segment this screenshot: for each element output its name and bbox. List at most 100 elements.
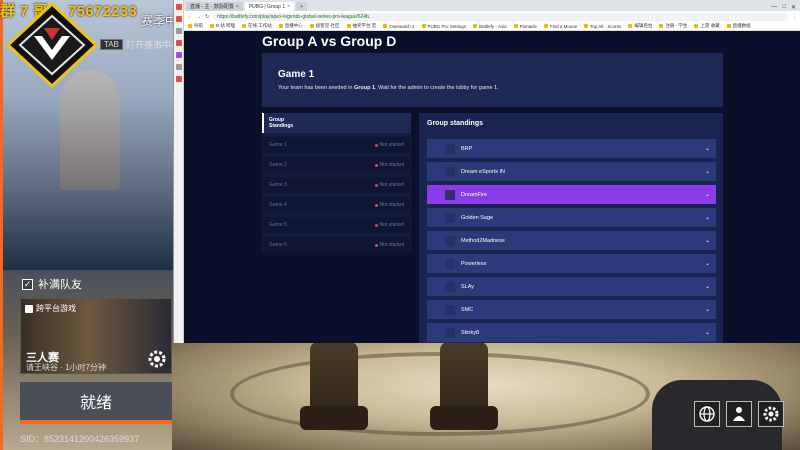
nav-item-game[interactable]: Game 4 Not started [263,197,410,213]
gear-icon[interactable] [147,349,167,369]
chevron-down-icon[interactable]: ⌄ [705,214,710,221]
new-tab-label: + [300,3,303,10]
team-row[interactable]: DreamFire ⌄ [427,185,716,204]
team-logo [445,144,455,154]
team-row[interactable]: SMC ⌄ [427,300,716,319]
bookmark-item[interactable]: Battlefy - Asia [473,24,507,29]
team-row[interactable]: SLAy ⌄ [427,277,716,296]
bookmark-item[interactable]: 极客堂 社区 [309,23,340,29]
desc-text: Your team has been seeded in [278,85,354,91]
bookmark-item[interactable]: Pinnacle [513,23,537,29]
bookmark-item[interactable]: 导航 [188,23,203,29]
bookmark-icon [242,24,247,28]
team-row[interactable]: Method2Madness ⌄ [427,231,716,250]
sidebar-app-icon[interactable] [175,28,182,34]
nav-item-game[interactable]: Game 3 Not started [263,177,410,193]
sidebar-app-icon[interactable] [175,52,182,58]
chevron-down-icon[interactable]: ⌄ [705,168,710,175]
bookmark-item[interactable]: 直播中心 [278,23,303,29]
team-name: Powerless [461,260,487,267]
sidebar-app-icon[interactable] [175,64,182,70]
chevron-down-icon[interactable]: ⌄ [705,260,710,267]
mode-select-card[interactable]: 跨平台游戏 三人赛 请王峡谷 · 1小时7分钟 [20,298,172,374]
chevron-down-icon[interactable]: ⌄ [705,329,710,336]
settings-gear-icon[interactable] [758,401,784,427]
standings-title: Group standings [427,120,483,127]
nav-item-game[interactable]: Game 2 Not started [263,157,410,173]
close-icon[interactable]: × [287,4,290,10]
status-dot-icon [374,183,378,187]
bookmark-icon [694,24,699,28]
bookmark-item[interactable]: 上游 收藏 [694,23,720,29]
bookmark-label: B 站 哔哩 [216,23,236,28]
bookmark-item[interactable]: Overwatch 2 [383,24,415,29]
status-dot-icon [374,143,378,147]
team-row[interactable]: BRP ⌄ [427,139,716,158]
sidebar-app-icon[interactable] [175,4,182,10]
team-logo [445,236,455,246]
event-center-hint[interactable]: TAB 打开赛事中心 [100,38,180,51]
nav-item-game[interactable]: Game 1 Not started [263,137,410,153]
fill-team-toggle[interactable]: ✓ 补满队友 [22,276,82,292]
bookmark-item[interactable]: Find a Mouse [543,24,577,29]
bookmark-item[interactable]: 直播数据 [726,23,751,29]
chevron-down-icon[interactable]: ⌄ [705,237,710,244]
chevron-down-icon[interactable]: ⌄ [705,306,710,313]
close-icon[interactable]: × [236,4,239,10]
bookmark-icon [584,24,589,28]
bookmark-icon [383,24,388,28]
page-content: Group A vs Group D Game 1 Your team has … [184,31,800,343]
team-row[interactable]: Powerless ⌄ [427,254,716,273]
ready-button[interactable]: 就绪 [20,382,172,424]
team-row[interactable]: Stinky8 ⌄ [427,323,716,342]
chevron-down-icon[interactable]: ⌄ [705,145,710,152]
team-logo [445,213,455,223]
game-label: Game 6 [269,242,287,248]
bookmark-item[interactable]: Top All - Scores [584,24,621,29]
nav-head-line: Standings [269,123,294,129]
sidebar-app-icon[interactable] [175,16,182,22]
team-logo [445,167,455,177]
reload-icon[interactable]: ↻ [205,14,209,20]
team-name: Method2Madness [461,237,505,244]
desc-text: . Wait for the admin to create the lobby… [375,85,499,91]
game-title: Game 1 [278,69,315,80]
browser-tab-active[interactable]: PUBG | Group 1 × [244,2,295,11]
new-tab-button[interactable]: + [296,2,307,11]
bookmark-label: Pinnacle [519,23,537,29]
nav-item-game[interactable]: Game 5 Not started [263,217,410,233]
bookmark-item[interactable]: 在线 工作站 [242,23,272,29]
close-window-icon[interactable]: ✕ [791,4,796,11]
back-icon[interactable]: ← [187,14,192,20]
bookmark-item[interactable]: B 站 哔哩 [210,23,235,29]
team-logo [445,305,455,315]
sidebar-app-icon[interactable] [175,40,182,46]
extensions-icon[interactable]: ⋮ [792,14,797,20]
nav-item-group-standings[interactable]: Group Standings [262,113,411,133]
status-dot-icon [374,223,378,227]
chevron-down-icon[interactable]: ⌄ [705,191,710,198]
bookmark-item[interactable]: 抽奖平台 宏 [346,23,376,29]
team-row[interactable]: Golden Sage ⌄ [427,208,716,227]
maximize-icon[interactable]: □ [782,4,786,11]
event-center-label: 打开赛事中心 [125,40,180,50]
chevron-down-icon[interactable]: ⌄ [705,283,710,290]
address-bar[interactable]: https://battlefy.com/play/apex-legends-g… [213,12,788,21]
status-text: Not started [379,162,404,168]
game-label: Game 1 [269,142,287,148]
minimize-icon[interactable]: — [771,4,777,11]
bookmark-item[interactable]: PUBG Pro Settings [421,24,466,29]
status-dot-icon [374,163,378,167]
bookmark-item[interactable]: 编辑后台 [628,23,652,29]
browser-tab[interactable]: 直播 - 主 · 鼓励配置 × [186,2,243,11]
legends-icon[interactable] [726,401,752,427]
checkbox-check-icon[interactable]: ✓ [22,278,33,290]
bookmark-item[interactable]: 注册 - 学生 [659,23,687,29]
globe-icon[interactable] [694,401,720,427]
sidebar-app-icon[interactable] [175,76,182,82]
nav-item-game[interactable]: Game 6 Not started [263,237,410,253]
legend-character [300,342,498,432]
forward-icon[interactable]: → [196,14,201,20]
team-name: SLAy [461,283,475,290]
team-row[interactable]: Dream eSports IN ⌄ [427,162,716,181]
